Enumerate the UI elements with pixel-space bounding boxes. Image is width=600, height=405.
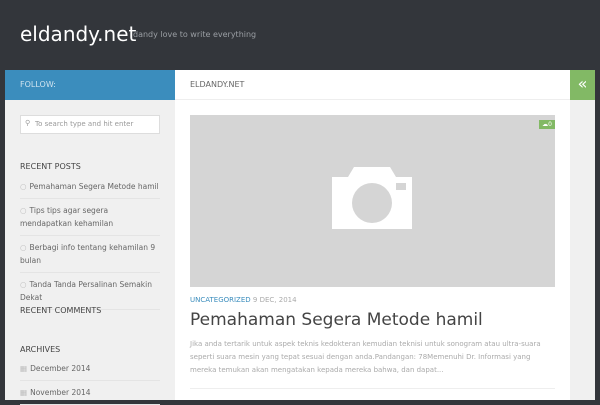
follow-header: FOLLOW: (5, 70, 175, 100)
breadcrumb: ELDANDY.NET (175, 70, 570, 100)
sidebar-toggle-button[interactable]: « (570, 70, 595, 100)
sidebar: FOLLOW: ⚲ To search type and hit enter R… (5, 70, 175, 405)
site-header: eldandy.net dandy love to write everythi… (0, 0, 600, 70)
recent-posts-list: ○ Pemahaman Segera Metode hamil ○ Tips tip… (20, 175, 160, 310)
search-icon: ⚲ (25, 119, 31, 127)
archives-title: ARCHIVES (20, 345, 61, 354)
calendar-icon: ▦ (20, 364, 28, 373)
post-date: 9 DEC, 2014 (252, 296, 297, 304)
list-item[interactable]: ○ Tanda Tanda Persalinan Semakin Dekat (20, 273, 160, 310)
clock-icon: ○ (20, 182, 27, 191)
main-content: ELDANDY.NET ☁0 UNCATEGORIZED 9 DEC, 2014… (175, 70, 570, 400)
list-item[interactable]: ▦ December 2014 (20, 357, 160, 381)
double-chevron-left-icon: « (577, 74, 588, 93)
recent-comments-title: RECENT COMMENTS (20, 306, 102, 315)
archives-list: ▦ December 2014 ▦ November 2014 (20, 357, 160, 405)
site-title[interactable]: eldandy.net (20, 22, 136, 46)
post-category[interactable]: UNCATEGORIZED (190, 296, 251, 304)
camera-icon (332, 167, 412, 229)
site-tagline: dandy love to write everything (133, 30, 257, 39)
clock-icon: ○ (20, 206, 27, 215)
post-excerpt: Jika anda tertarik untuk aspek teknis ke… (190, 340, 541, 374)
search-input[interactable]: ⚲ To search type and hit enter (20, 115, 160, 134)
post-meta: UNCATEGORIZED 9 DEC, 2014 (190, 296, 297, 304)
calendar-icon: ▦ (20, 388, 28, 397)
list-item[interactable]: ○ Berbagi info tentang kehamilan 9 bulan (20, 236, 160, 273)
post-title[interactable]: Pemahaman Segera Metode hamil (190, 310, 483, 330)
search-placeholder: To search type and hit enter (35, 120, 134, 128)
list-item[interactable]: ▦ November 2014 (20, 381, 160, 405)
clock-icon: ○ (20, 243, 27, 252)
comment-count-badge[interactable]: ☁0 (539, 120, 555, 129)
post-thumbnail[interactable]: ☁0 (190, 115, 555, 287)
list-item[interactable]: ○ Tips tips agar segera mendapatkan keham… (20, 199, 160, 236)
recent-posts-title: RECENT POSTS (20, 162, 81, 171)
clock-icon: ○ (20, 280, 27, 289)
divider (190, 388, 555, 389)
right-sidebar: « (570, 70, 595, 400)
list-item[interactable]: ○ Pemahaman Segera Metode hamil (20, 175, 160, 199)
